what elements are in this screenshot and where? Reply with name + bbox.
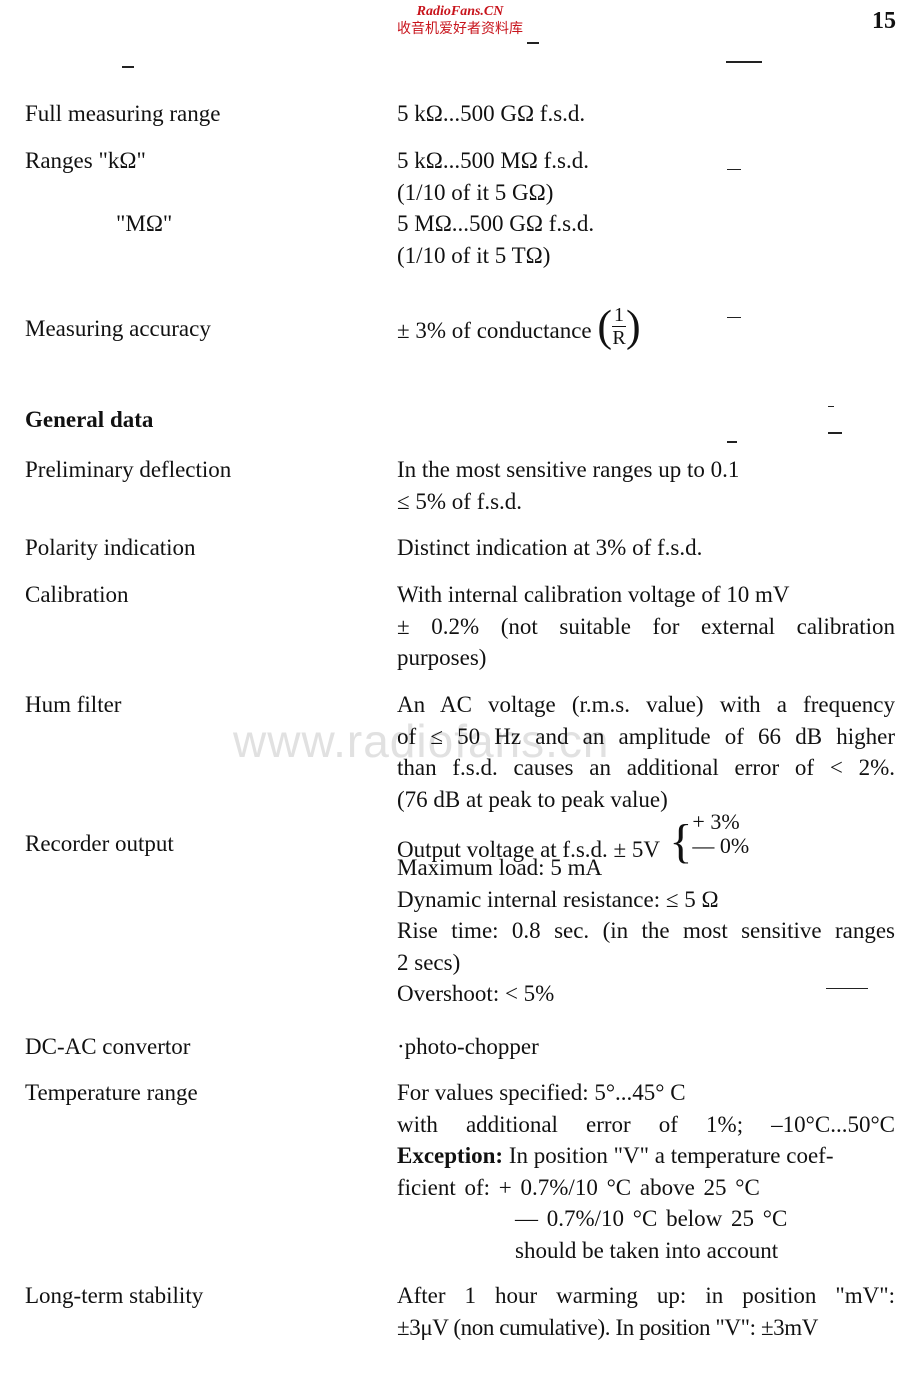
value-line: An AC voltage (r.m.s. value) with a freq… (397, 692, 895, 717)
value-line: 5 MΩ...500 GΩ f.s.d. (397, 211, 595, 236)
spec-label: Preliminary deflection (25, 457, 232, 482)
spec-label: Hum filter (25, 692, 122, 717)
scan-mark (527, 42, 539, 44)
spec-value: Output voltage at f.s.d. ± 5V {+ 3% — 0% … (397, 810, 895, 1010)
scan-mark (828, 406, 834, 407)
value-line: After 1 hour warming up: in position "mV… (397, 1283, 895, 1308)
spec-label: Ranges "kΩ" (25, 148, 146, 173)
spec-value: With internal calibration voltage of 10 … (397, 579, 895, 674)
value-line: In the most sensitive ranges up to 0.1 (397, 457, 740, 482)
value-line: of ≤ 50 Hz and an amplitude of 66 dB hig… (397, 723, 895, 749)
spec-label: Full measuring range (25, 101, 221, 126)
spec-value: ± 3% of conductance (1 R) (397, 304, 895, 353)
accuracy-text: ± 3% of conductance (397, 317, 592, 343)
fraction-numerator: 1 (612, 304, 627, 327)
spec-label: Polarity indication (25, 535, 196, 560)
spec-label: Calibration (25, 582, 129, 607)
value-line: Overshoot: < 5% (397, 981, 555, 1006)
value-line: 5 kΩ...500 GΩ f.s.d. (397, 101, 586, 126)
value-line: than f.s.d. causes an additional error o… (397, 755, 895, 780)
spec-value: 5 MΩ...500 GΩ f.s.d. (1/10 of it 5 TΩ) (397, 208, 895, 271)
section-title-general-data: General data (25, 407, 154, 432)
value-line: with additional error of 1%; –10°C...50°… (397, 1111, 895, 1137)
exception-keyword: Exception: (397, 1143, 504, 1168)
spec-label: "MΩ" (116, 211, 173, 236)
spec-label: Measuring accuracy (25, 316, 211, 341)
site-brand: RadioFans.CN 收音机爱好者资料库 (380, 4, 540, 38)
brand-english: RadioFans.CN (416, 4, 504, 19)
value-line: Rise time: 0.8 sec. (in the most sensiti… (397, 918, 895, 943)
scan-mark (828, 432, 842, 434)
value-line: Distinct indication at 3% of f.s.d. (397, 535, 703, 560)
value-line: (1/10 of it 5 TΩ) (397, 242, 551, 268)
value-line: — 0.7%/10 °C below 25 °C (515, 1206, 788, 1231)
tolerance-plus: + 3% (692, 809, 740, 834)
value-line: (76 dB at peak to peak value) (397, 786, 668, 812)
scan-mark (726, 61, 762, 63)
value-line: ± 0.2% (not suitable for external calibr… (397, 613, 895, 639)
value-line: For values specified: 5°...45° C (397, 1080, 686, 1105)
spec-value: 5 kΩ...500 MΩ f.s.d. (1/10 of it 5 GΩ) (397, 145, 895, 208)
spec-value: Distinct indication at 3% of f.s.d. (397, 532, 895, 564)
brand-chinese: 收音机爱好者资料库 (397, 21, 523, 37)
value-line: ≤ 5% of f.s.d. (397, 488, 523, 514)
spec-value: After 1 hour warming up: in position "mV… (397, 1280, 895, 1343)
spec-value: In the most sensitive ranges up to 0.1 ≤… (397, 454, 895, 517)
value-line: With internal calibration voltage of 10 … (397, 582, 790, 607)
exception-text: In position "V" a temperature coef- (503, 1143, 834, 1168)
value-line: (1/10 of it 5 GΩ) (397, 179, 554, 205)
spec-label: Temperature range (25, 1080, 198, 1105)
value-line: should be taken into account (515, 1237, 779, 1263)
spec-label: Long-term stability (25, 1283, 204, 1308)
value-line: Output voltage at f.s.d. ± 5V {+ 3% — 0% (397, 810, 895, 866)
fraction-denominator: R (612, 327, 626, 349)
spec-label: Recorder output (25, 831, 174, 856)
tolerance-brace: {+ 3% — 0% (669, 809, 750, 868)
value-line: purposes) (397, 645, 487, 670)
value-line: ficient of: + 0.7%/10 °C above 25 °C (397, 1174, 760, 1200)
scan-mark (727, 441, 737, 443)
tolerance-minus: — 0% (692, 833, 750, 858)
spec-value: An AC voltage (r.m.s. value) with a freq… (397, 689, 895, 815)
value-line: ±3μV (non cumulative). In position "V": … (397, 1314, 818, 1340)
spec-label: DC-AC convertor (25, 1034, 191, 1059)
value-line: ·photo-chopper (397, 1034, 539, 1059)
page-number: 15 (872, 8, 896, 34)
conductance-fraction: (1 R) (597, 301, 641, 351)
spec-value: 5 kΩ...500 GΩ f.s.d. (397, 98, 895, 130)
value-line: Dynamic internal resistance: ≤ 5 Ω (397, 886, 719, 912)
value-line: 2 secs) (397, 949, 461, 975)
spec-value: ·photo-chopper (397, 1031, 895, 1063)
output-voltage: Output voltage at f.s.d. ± 5V (397, 837, 660, 863)
value-line: 5 kΩ...500 MΩ f.s.d. (397, 148, 589, 173)
scan-mark (122, 66, 134, 68)
spec-value: For values specified: 5°...45° C with ad… (397, 1077, 895, 1266)
value-line: Exception: In position "V" a temperature… (397, 1140, 895, 1172)
